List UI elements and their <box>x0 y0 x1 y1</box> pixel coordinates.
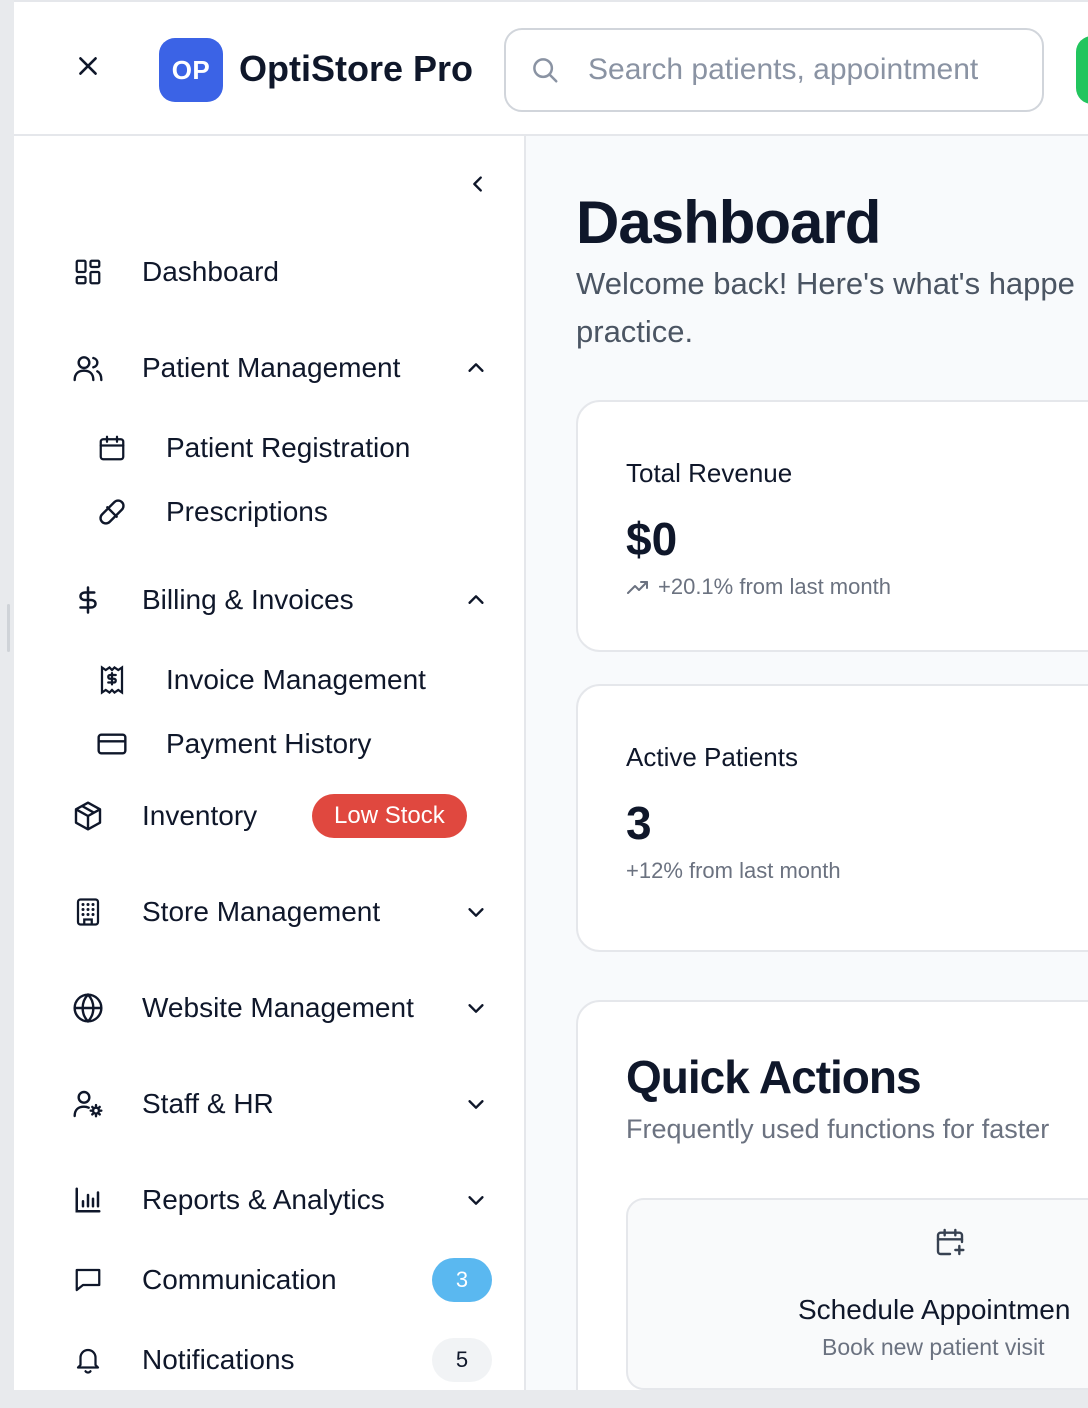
sidebar-item-communication[interactable]: Communication 3 <box>54 1250 502 1310</box>
page-subtitle-line: Welcome back! Here's what's happe <box>576 266 1075 301</box>
sidebar-item-inventory[interactable]: Inventory Low Stock <box>54 786 502 846</box>
sidebar-item-label: Notifications <box>142 1344 295 1375</box>
active-patients-card: Active Patients 3 +12% from last month <box>576 684 1088 952</box>
sidebar-subitem-label: Invoice Management <box>166 664 426 695</box>
action-subtitle: Book new patient visit <box>822 1334 1045 1360</box>
card-value: $0 <box>626 513 678 565</box>
app-title: OptiStore Pro <box>239 48 474 89</box>
sidebar-subitem-label: Payment History <box>166 728 372 759</box>
sidebar-item-label: Dashboard <box>142 256 279 287</box>
main-content: Dashboard Welcome back! Here's what's ha… <box>526 136 1088 1390</box>
top-header: OP OptiStore Pro <box>14 0 1088 136</box>
window-edge <box>0 0 14 1408</box>
quick-actions-title: Quick Actions <box>626 1051 922 1103</box>
page-subtitle-line: practice. <box>576 314 694 349</box>
card-footer: +20.1% from last month <box>626 574 891 600</box>
quick-actions-subtitle: Frequently used functions for faster <box>626 1114 1050 1144</box>
sidebar-item-label: Billing & Invoices <box>142 584 354 615</box>
sidebar-item-label: Staff & HR <box>142 1088 274 1119</box>
bar-chart-icon <box>70 1182 106 1218</box>
close-button[interactable] <box>70 48 106 84</box>
sidebar-item-patient-management[interactable]: Patient Management <box>54 338 502 398</box>
card-value: 3 <box>626 797 652 849</box>
search-box[interactable] <box>504 28 1044 112</box>
page-title: Dashboard <box>576 189 881 256</box>
chevron-up-icon[interactable] <box>462 354 490 382</box>
sidebar-item-label: Reports & Analytics <box>142 1184 385 1215</box>
package-icon <box>70 798 106 834</box>
sidebar-item-label: Communication <box>142 1264 337 1295</box>
app-logo: OP <box>159 38 223 102</box>
bell-icon <box>70 1342 106 1378</box>
receipt-icon <box>94 662 130 698</box>
dollar-icon <box>70 582 106 618</box>
card-title: Total Revenue <box>626 458 793 488</box>
sidebar-item-billing-invoices[interactable]: Billing & Invoices <box>54 570 502 630</box>
sidebar-item-label: Website Management <box>142 992 414 1023</box>
trending-up-icon <box>627 581 648 594</box>
total-revenue-card: Total Revenue $0 +20.1% from last month <box>576 400 1088 652</box>
notifications-count-badge: 5 <box>432 1338 492 1382</box>
building-icon <box>70 894 106 930</box>
chevron-down-icon[interactable] <box>462 1186 490 1214</box>
chevron-down-icon[interactable] <box>462 898 490 926</box>
collapse-sidebar-button[interactable] <box>462 166 494 202</box>
sidebar-subitem-prescriptions[interactable]: Prescriptions <box>78 484 498 540</box>
sidebar-subitem-label: Prescriptions <box>166 496 328 527</box>
credit-card-icon <box>94 726 130 762</box>
calendar-plus-icon <box>934 1226 966 1258</box>
globe-icon <box>70 990 106 1026</box>
action-title: Schedule Appointmen <box>798 1294 1071 1325</box>
user-cog-icon <box>70 1086 106 1122</box>
message-icon <box>70 1262 106 1298</box>
sidebar-item-label: Inventory <box>142 800 258 831</box>
schedule-appointment-button[interactable]: Schedule Appointmen Book new patient vis… <box>626 1198 1088 1390</box>
users-icon <box>70 350 106 386</box>
sidebar-subitem-patient-registration[interactable]: Patient Registration <box>78 420 498 476</box>
window-bottom-edge <box>0 1390 1088 1408</box>
card-footer: +12% from last month <box>626 858 841 884</box>
sidebar-subitem-label: Patient Registration <box>166 432 411 463</box>
card-footer-text: +12% from last month <box>626 858 841 883</box>
communication-count-badge: 3 <box>432 1258 492 1302</box>
pill-icon <box>94 494 130 530</box>
search-input[interactable] <box>588 53 1028 87</box>
sidebar: Dashboard Patient Management Patient Reg… <box>14 136 526 1390</box>
dashboard-grid-icon <box>70 254 106 290</box>
sidebar-item-store-management[interactable]: Store Management <box>54 882 502 942</box>
sidebar-item-reports-analytics[interactable]: Reports & Analytics <box>54 1170 502 1230</box>
page-subtitle: Welcome back! Here's what's happe practi… <box>576 260 1088 356</box>
sidebar-item-label: Patient Management <box>142 352 401 383</box>
sidebar-item-dashboard[interactable]: Dashboard <box>54 242 502 302</box>
low-stock-badge: Low Stock <box>312 794 467 838</box>
sidebar-subitem-invoice-management[interactable]: Invoice Management <box>78 652 498 708</box>
sidebar-item-label: Store Management <box>142 896 381 927</box>
header-action-button[interactable] <box>1076 36 1088 104</box>
quick-actions-card: Quick Actions Frequently used functions … <box>576 1000 1088 1390</box>
sidebar-item-staff-hr[interactable]: Staff & HR <box>54 1074 502 1134</box>
card-title: Active Patients <box>626 742 798 772</box>
calendar-icon <box>94 430 130 466</box>
sidebar-item-notifications[interactable]: Notifications 5 <box>54 1330 502 1390</box>
card-footer-text: +20.1% from last month <box>658 574 891 599</box>
close-icon <box>79 57 97 75</box>
chevron-up-icon[interactable] <box>462 586 490 614</box>
chevron-down-icon[interactable] <box>462 994 490 1022</box>
chevron-down-icon[interactable] <box>462 1090 490 1118</box>
sidebar-item-website-management[interactable]: Website Management <box>54 978 502 1038</box>
sidebar-subitem-payment-history[interactable]: Payment History <box>78 716 498 772</box>
chevron-left-icon <box>473 176 482 192</box>
search-icon <box>530 54 562 86</box>
app-window: OP OptiStore Pro Dashboard Patient Mana <box>14 0 1088 1390</box>
resize-grip[interactable] <box>7 604 10 652</box>
